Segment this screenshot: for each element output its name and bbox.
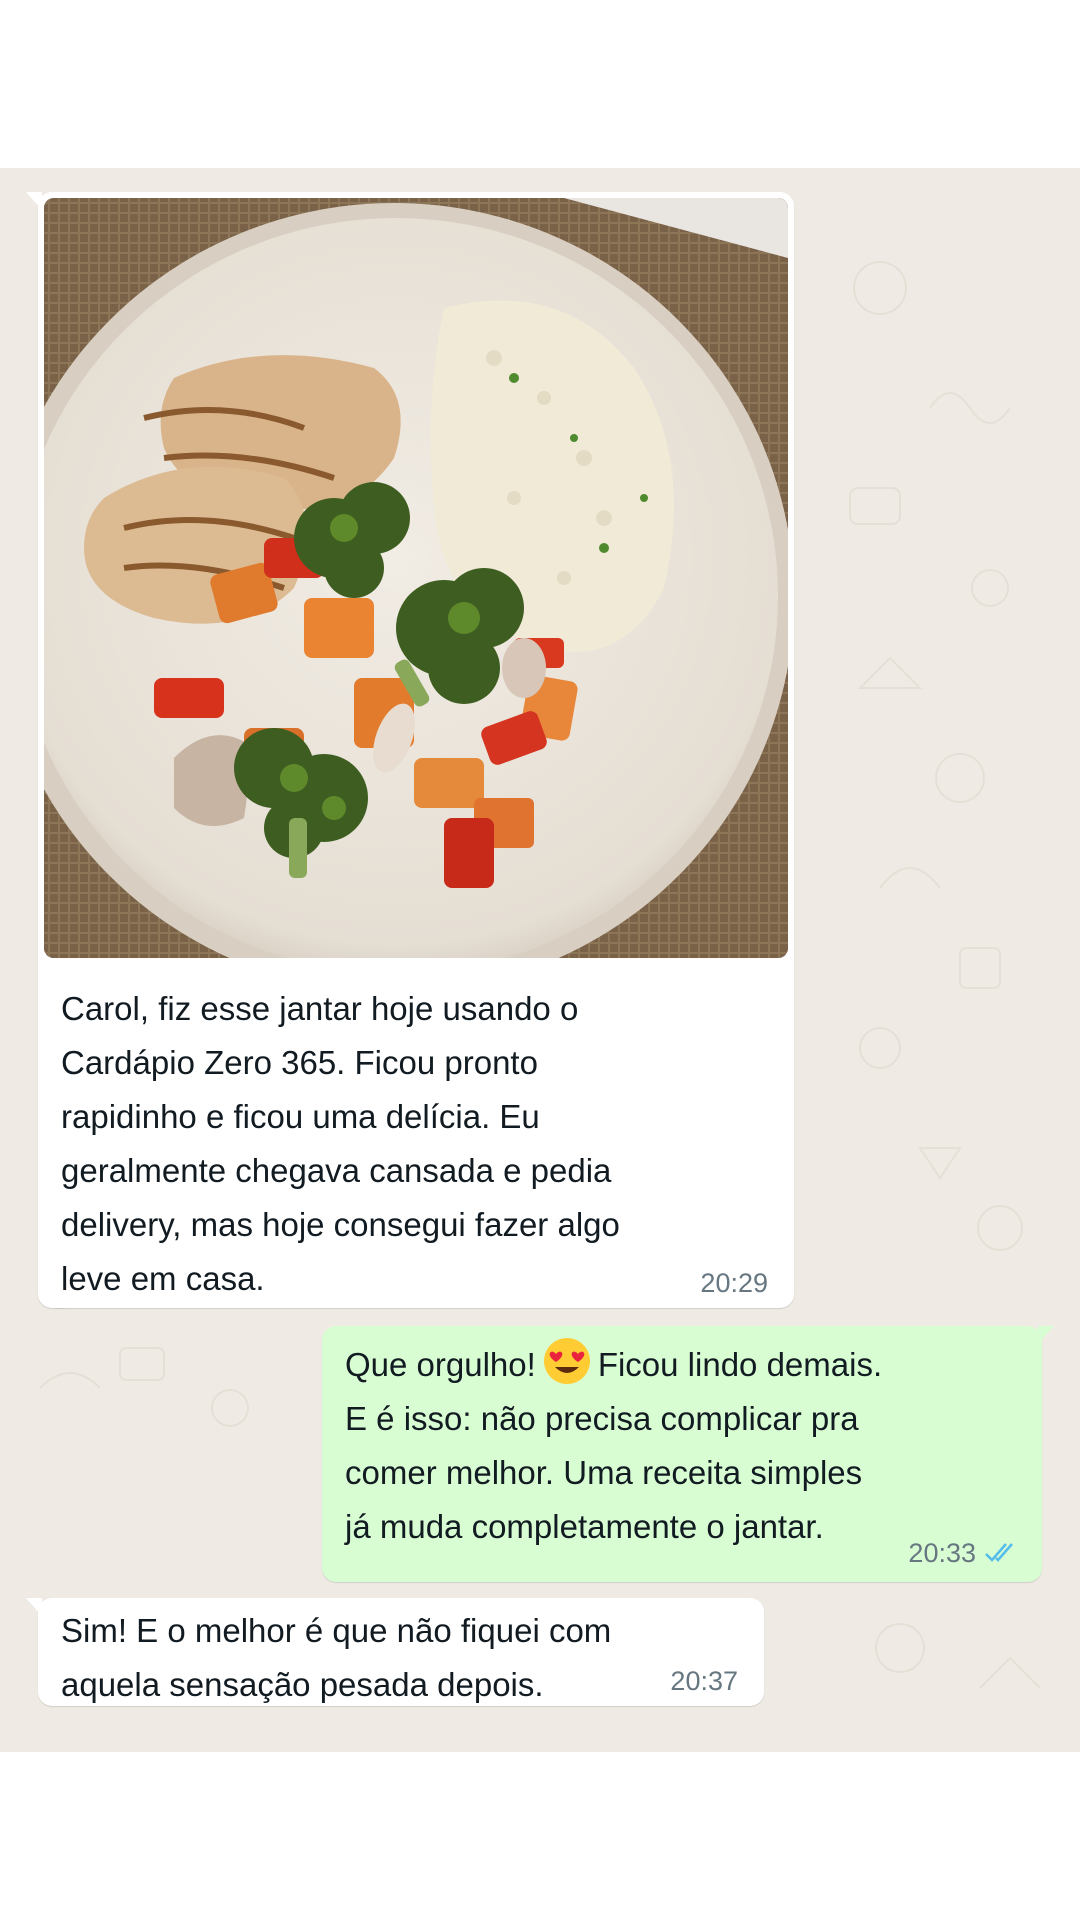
message-timestamp: 20:33: [908, 1538, 976, 1568]
message-bubble-incoming[interactable]: Sim! E o melhor é que não fiquei com aqu…: [26, 1598, 764, 1706]
heart-eyes-emoji-icon: [543, 1338, 590, 1384]
bubble-tail: [26, 192, 42, 210]
message-bubble-incoming-photo[interactable]: Carol, fiz esse jantar hoje usando o Car…: [26, 192, 794, 1308]
message-text: Que orgulho! Ficou lindo demais. E é isso…: [345, 1336, 1015, 1554]
bubble-tail: [1038, 1326, 1054, 1344]
message-bubble-outgoing[interactable]: Que orgulho! Ficou lindo demais. E é isso…: [322, 1326, 1054, 1582]
double-check-read-icon: [985, 1543, 1013, 1562]
meal-photo[interactable]: [44, 198, 788, 958]
message-timestamp: 20:29: [700, 1268, 768, 1298]
message-text: Carol, fiz esse jantar hoje usando o Car…: [61, 990, 620, 1297]
message-text: Sim! E o melhor é que não fiquei com aqu…: [61, 1612, 612, 1703]
meal-photo-image: [44, 198, 788, 958]
message-text-part: Que orgulho!: [345, 1346, 536, 1383]
bubble-tail: [26, 1598, 42, 1616]
chat-area[interactable]: Carol, fiz esse jantar hoje usando o Car…: [0, 168, 1080, 1752]
message-meta: 20:33: [908, 1538, 1018, 1568]
message-timestamp: 20:37: [670, 1666, 738, 1696]
